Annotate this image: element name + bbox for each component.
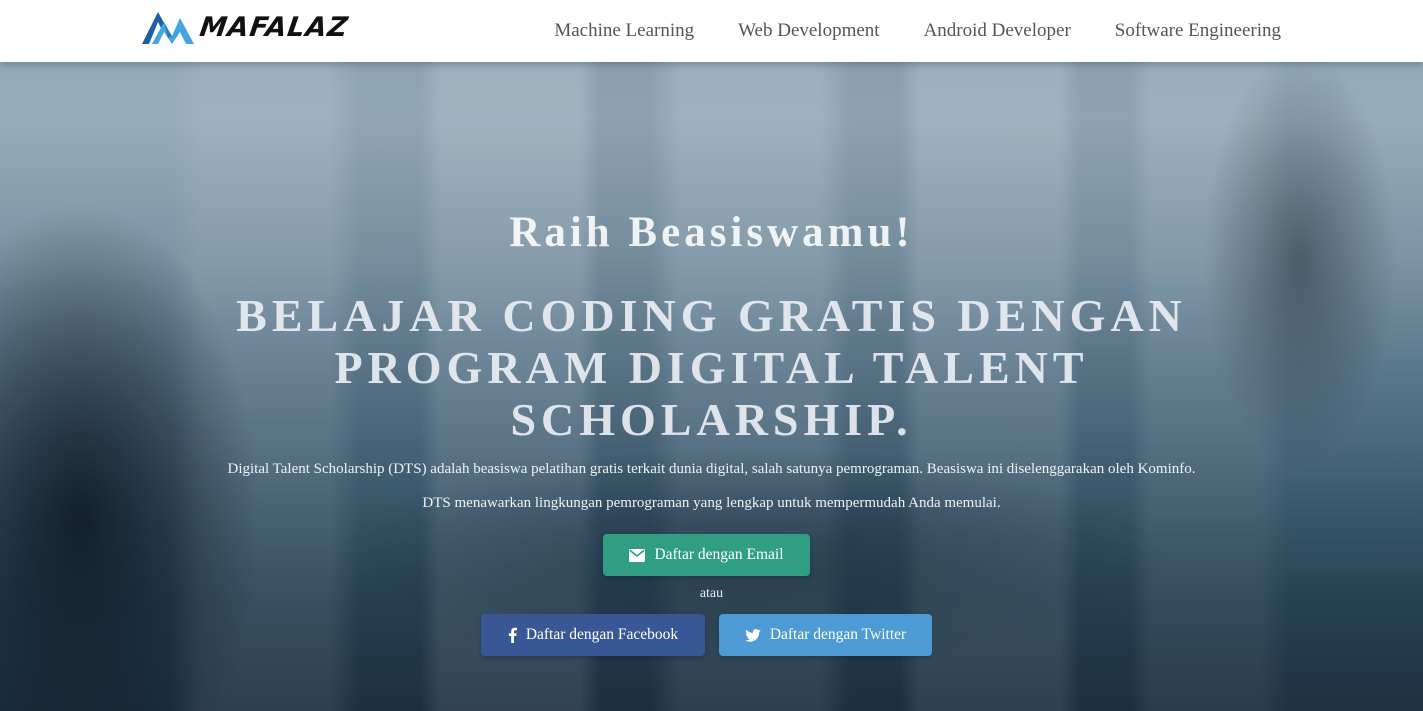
mountain-m-logo-icon bbox=[142, 12, 194, 44]
hero-description: Digital Talent Scholarship (DTS) adalah … bbox=[227, 461, 1196, 477]
nav-item-android-developer[interactable]: Android Developer bbox=[924, 20, 1071, 42]
twitter-icon bbox=[745, 628, 761, 642]
register-twitter-button[interactable]: Daftar dengan Twitter bbox=[719, 614, 932, 656]
register-facebook-button[interactable]: Daftar dengan Facebook bbox=[481, 614, 705, 656]
separator-text: atau bbox=[699, 586, 724, 601]
register-email-label: Daftar dengan Email bbox=[654, 546, 784, 563]
register-twitter-label: Daftar dengan Twitter bbox=[769, 626, 907, 643]
nav-item-machine-learning[interactable]: Machine Learning bbox=[554, 20, 694, 42]
brand-logo[interactable]: MAFALAZ bbox=[142, 8, 351, 46]
navbar: MAFALAZ Machine Learning Web Development… bbox=[0, 0, 1423, 62]
facebook-icon bbox=[508, 627, 517, 643]
register-email-button[interactable]: Daftar dengan Email bbox=[603, 534, 810, 576]
hero-content: Raih Beasiswamu! BELAJAR CODING GRATIS D… bbox=[0, 0, 1423, 711]
hero-headline: BELAJAR CODING GRATIS DENGAN PROGRAM DIG… bbox=[0, 290, 1423, 446]
headline-line: BELAJAR CODING GRATIS DENGAN bbox=[236, 290, 1187, 341]
hero-subdescription: DTS menawarkan lingkungan pemrograman ya… bbox=[422, 495, 1001, 511]
headline-line: SCHOLARSHIP. bbox=[510, 394, 913, 445]
main-nav: Machine Learning Web Development Android… bbox=[554, 0, 1281, 62]
brand-name: MAFALAZ bbox=[197, 11, 351, 43]
hero-tagline: Raih Beasiswamu! bbox=[509, 209, 914, 256]
headline-line: PROGRAM DIGITAL TALENT bbox=[334, 342, 1089, 393]
nav-item-web-development[interactable]: Web Development bbox=[738, 20, 879, 42]
nav-item-software-engineering[interactable]: Software Engineering bbox=[1115, 20, 1281, 42]
register-facebook-label: Daftar dengan Facebook bbox=[525, 626, 679, 643]
envelope-icon bbox=[629, 548, 646, 562]
